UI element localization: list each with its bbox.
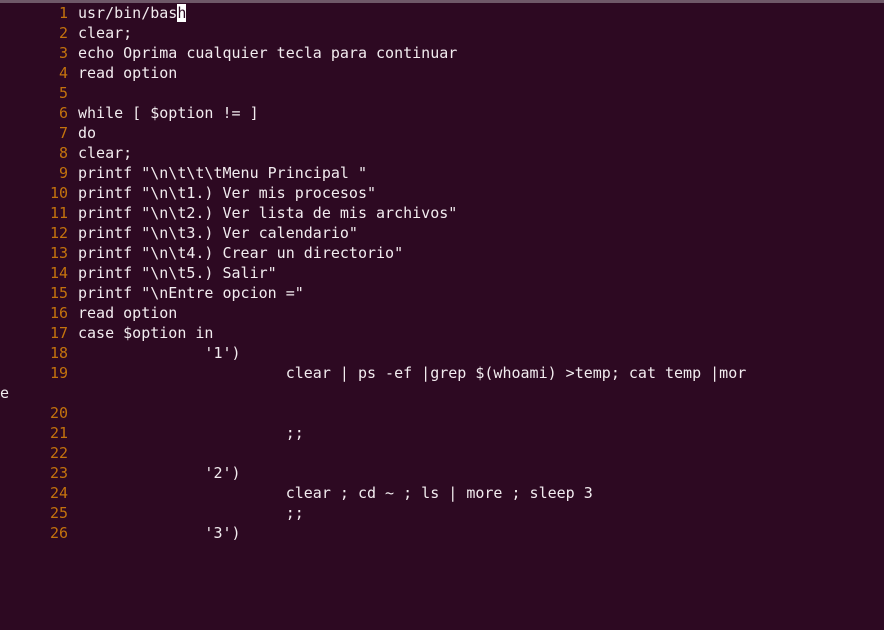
text-cursor: h	[177, 4, 187, 22]
line-number: 18	[49, 344, 68, 362]
code-line-text[interactable]: echo Oprima cualquier tecla para continu…	[78, 43, 457, 63]
line-number: 2	[58, 24, 68, 42]
code-line-text[interactable]: do	[78, 123, 96, 143]
code-line-text[interactable]: case $option in	[78, 323, 213, 343]
line-number: 1	[58, 4, 68, 22]
line-number: 14	[49, 264, 68, 282]
code-line[interactable]: 5	[0, 83, 884, 103]
code-line-text[interactable]: printf "\n\t\t\tMenu Principal "	[78, 163, 367, 183]
code-line[interactable]: 10 printf "\n\t1.) Ver mis procesos"	[0, 183, 884, 203]
code-line[interactable]: 1 usr/bin/bash	[0, 3, 884, 23]
code-line-text[interactable]: printf "\n\t3.) Ver calendario"	[78, 223, 358, 243]
code-line[interactable]: 11 printf "\n\t2.) Ver lista de mis archi…	[0, 203, 884, 223]
code-line-text[interactable]: '1')	[78, 343, 240, 363]
line-number: 16	[49, 304, 68, 322]
code-line-text[interactable]: usr/bin/bash	[78, 3, 187, 23]
line-number: 7	[58, 124, 68, 142]
line-number: 10	[49, 184, 68, 202]
code-line-text[interactable]: clear | ps -ef |grep $(whoami) >temp; ca…	[78, 363, 747, 383]
code-line[interactable]: 18 '1')	[0, 343, 884, 363]
code-line-text[interactable]: ;;	[78, 423, 304, 443]
code-line-text[interactable]: printf "\nEntre opcion ="	[78, 283, 304, 303]
code-line[interactable]: 17 case $option in	[0, 323, 884, 343]
code-line-text[interactable]: clear;	[78, 23, 132, 43]
code-line[interactable]: 13 printf "\n\t4.) Crear un directorio"	[0, 243, 884, 263]
code-line[interactable]: 8 clear;	[0, 143, 884, 163]
code-line-text[interactable]: printf "\n\t1.) Ver mis procesos"	[78, 183, 376, 203]
line-number: 19	[49, 364, 68, 382]
code-line[interactable]: 14 printf "\n\t5.) Salir"	[0, 263, 884, 283]
code-line-text[interactable]: while [ $option != ]	[78, 103, 259, 123]
code-line-text[interactable]: clear;	[78, 143, 132, 163]
code-line[interactable]: 24 clear ; cd ~ ; ls | more ; sleep 3	[0, 483, 884, 503]
code-line[interactable]: 15 printf "\nEntre opcion ="	[0, 283, 884, 303]
line-number: 24	[49, 484, 68, 502]
code-line-text[interactable]: printf "\n\t2.) Ver lista de mis archivo…	[78, 203, 457, 223]
line-number: 20	[49, 404, 68, 422]
code-line-text[interactable]: read option	[78, 63, 177, 83]
code-text-before-cursor: usr/bin/bas	[78, 4, 178, 22]
code-line[interactable]: 20	[0, 403, 884, 423]
code-line[interactable]: 25 ;;	[0, 503, 884, 523]
line-number: 11	[49, 204, 68, 222]
code-line-text[interactable]: printf "\n\t4.) Crear un directorio"	[78, 243, 403, 263]
line-number: 26	[49, 524, 68, 542]
line-number: 22	[49, 444, 68, 462]
code-editor[interactable]: 1 usr/bin/bash 2 clear; 3 echo Oprima cualqui…	[0, 0, 884, 630]
code-line[interactable]: 2 clear;	[0, 23, 884, 43]
code-line[interactable]: 6 while [ $option != ]	[0, 103, 884, 123]
code-line-wrapped[interactable]: e	[0, 383, 884, 403]
code-line-text[interactable]: printf "\n\t5.) Salir"	[78, 263, 277, 283]
code-line[interactable]: 4 read option	[0, 63, 884, 83]
code-lines-container[interactable]: 1 usr/bin/bash 2 clear; 3 echo Oprima cualqui…	[0, 3, 884, 630]
line-number: 25	[49, 504, 68, 522]
code-line-text[interactable]: e	[0, 383, 9, 403]
line-number: 15	[49, 284, 68, 302]
code-line[interactable]: 21 ;;	[0, 423, 884, 443]
line-number: 23	[49, 464, 68, 482]
code-line[interactable]: 26 '3')	[0, 523, 884, 543]
code-line[interactable]: 7 do	[0, 123, 884, 143]
code-line-text[interactable]: read option	[78, 303, 177, 323]
code-line[interactable]: 3 echo Oprima cualquier tecla para contin…	[0, 43, 884, 63]
line-number: 13	[49, 244, 68, 262]
code-line[interactable]: 23 '2')	[0, 463, 884, 483]
code-line[interactable]: 19 clear | ps -ef |grep $(whoami) >temp;…	[0, 363, 884, 383]
code-line-text[interactable]: '2')	[78, 463, 240, 483]
line-number: 17	[49, 324, 68, 342]
line-number: 3	[58, 44, 68, 62]
code-line-text[interactable]: '3')	[78, 523, 240, 543]
code-line-text[interactable]: clear ; cd ~ ; ls | more ; sleep 3	[78, 483, 593, 503]
line-number: 6	[58, 104, 68, 122]
line-number: 9	[58, 164, 68, 182]
code-line[interactable]: 12 printf "\n\t3.) Ver calendario"	[0, 223, 884, 243]
code-line[interactable]: 22	[0, 443, 884, 463]
code-line-text[interactable]: ;;	[78, 503, 304, 523]
line-number: 5	[58, 84, 68, 102]
line-number: 12	[49, 224, 68, 242]
code-line[interactable]: 9 printf "\n\t\t\tMenu Principal "	[0, 163, 884, 183]
line-number: 21	[49, 424, 68, 442]
line-number: 8	[58, 144, 68, 162]
line-number: 4	[58, 64, 68, 82]
code-line[interactable]: 16 read option	[0, 303, 884, 323]
